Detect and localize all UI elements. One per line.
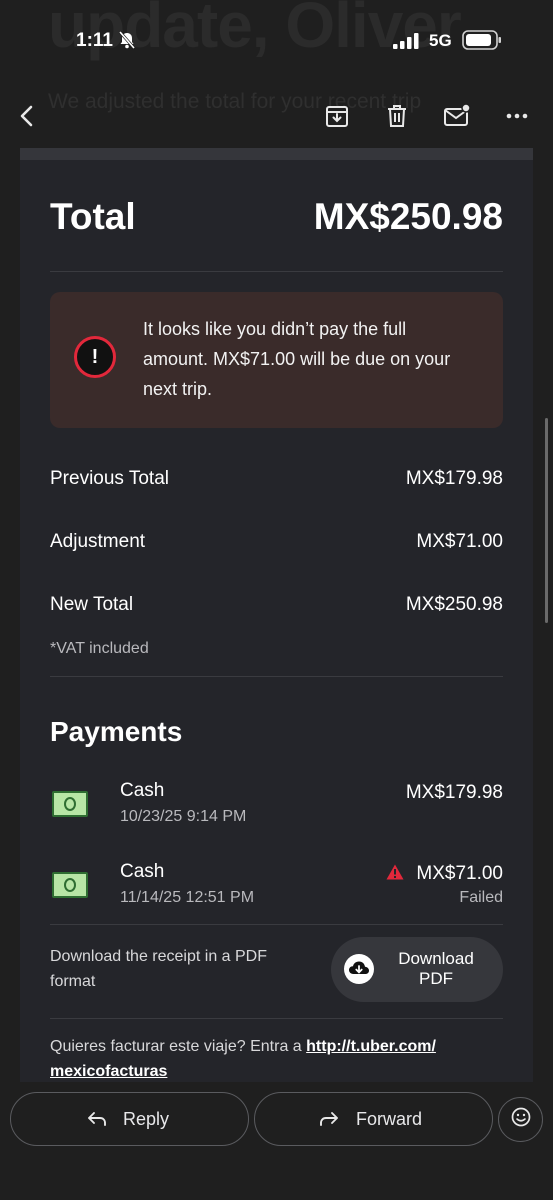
total-value: MX$250.98 bbox=[313, 196, 503, 237]
trash-icon[interactable] bbox=[377, 96, 417, 136]
payments-title: Payments bbox=[50, 716, 183, 747]
back-arrow-icon[interactable] bbox=[8, 96, 48, 136]
new-total-value: MX$250.98 bbox=[405, 594, 503, 615]
divider bbox=[50, 1018, 503, 1019]
new-total-label: New Total bbox=[50, 594, 134, 615]
status-time: 1:11 bbox=[76, 30, 113, 51]
download-pdf-label: Download PDF bbox=[398, 949, 474, 988]
payment-datetime: 11/14/25 12:51 PM bbox=[120, 889, 255, 906]
payment-amount: MX$179.98 bbox=[405, 782, 503, 803]
previous-total-label: Previous Total bbox=[50, 468, 169, 489]
vat-note: *VAT included bbox=[50, 640, 149, 657]
payment-datetime: 10/23/25 9:14 PM bbox=[120, 808, 247, 825]
emoji-reaction-button[interactable] bbox=[498, 1097, 543, 1142]
cash-icon bbox=[52, 872, 88, 898]
alert-exclamation-icon: ! bbox=[74, 336, 116, 378]
download-receipt-text: Download the receipt in a PDF format bbox=[50, 948, 267, 990]
payment-method: Cash bbox=[120, 780, 165, 801]
cash-icon bbox=[52, 791, 88, 817]
underpayment-alert: ! It looks like you didn’t pay the full … bbox=[50, 292, 503, 428]
reply-label: Reply bbox=[123, 1109, 170, 1129]
warning-icon bbox=[386, 864, 404, 885]
reply-bar: Reply Forward bbox=[0, 1082, 553, 1200]
payment-method: Cash bbox=[120, 861, 165, 882]
battery-icon bbox=[462, 30, 502, 55]
payment-amount: MX$71.00 bbox=[416, 863, 503, 884]
mark-unread-icon[interactable] bbox=[437, 96, 477, 136]
card-top-strip bbox=[20, 148, 533, 160]
receipt-card: Total MX$250.98 ! It looks like you didn… bbox=[20, 148, 533, 1082]
status-bar: 1:11 5G bbox=[0, 0, 553, 80]
network-type: 5G bbox=[429, 31, 452, 50]
payment-status: Failed bbox=[459, 889, 503, 906]
forward-arrow-icon bbox=[319, 1110, 339, 1133]
reply-button[interactable]: Reply bbox=[10, 1092, 249, 1146]
cell-signal-icon bbox=[393, 33, 419, 54]
divider bbox=[50, 676, 503, 677]
archive-icon[interactable] bbox=[317, 96, 357, 136]
more-icon[interactable] bbox=[497, 96, 537, 136]
email-toolbar bbox=[0, 80, 553, 148]
adjustment-value: MX$71.00 bbox=[416, 531, 503, 552]
scrollbar[interactable] bbox=[545, 418, 548, 623]
bell-off-icon bbox=[117, 30, 137, 55]
factura-prompt: Quieres facturar este viaje? Entra a bbox=[50, 1038, 302, 1055]
download-pdf-button[interactable]: Download PDF bbox=[331, 937, 503, 1002]
cloud-download-icon bbox=[344, 954, 374, 984]
divider bbox=[50, 924, 503, 925]
reply-arrow-icon bbox=[87, 1110, 107, 1133]
previous-total-value: MX$179.98 bbox=[405, 468, 503, 489]
adjustment-label: Adjustment bbox=[50, 531, 146, 552]
total-label: Total bbox=[50, 196, 136, 237]
divider bbox=[50, 271, 503, 272]
factura-text: Quieres facturar este viaje? Entra a htt… bbox=[50, 1034, 500, 1082]
alert-text: It looks like you didn’t pay the full am… bbox=[143, 319, 451, 399]
forward-button[interactable]: Forward bbox=[254, 1092, 493, 1146]
smiley-icon bbox=[511, 1107, 531, 1132]
forward-label: Forward bbox=[356, 1109, 423, 1129]
